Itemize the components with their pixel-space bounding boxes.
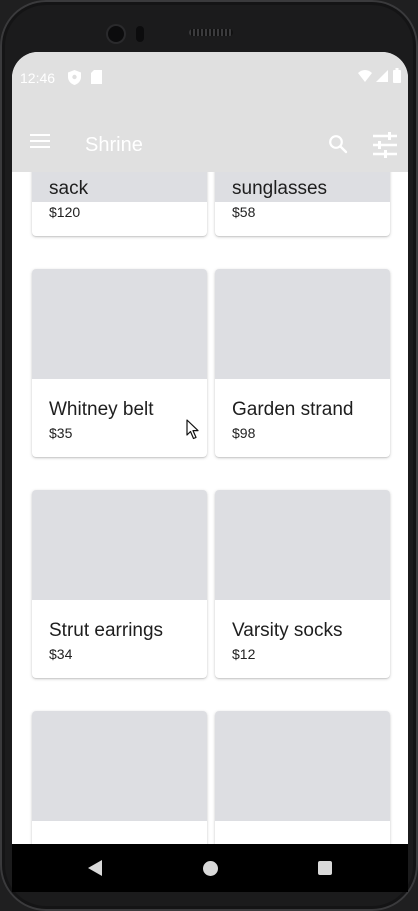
product-price: $12: [232, 646, 256, 662]
product-name: Garden strand: [232, 399, 354, 420]
system-nav-bar: [12, 844, 408, 892]
product-price: $34: [49, 646, 73, 662]
sensor-icon: [136, 26, 144, 42]
cursor-icon: [186, 419, 199, 440]
product-name: Varsity socks: [232, 620, 343, 641]
product-price: $120: [49, 204, 81, 220]
signal-icon: [376, 70, 388, 82]
product-price: $98: [232, 425, 256, 441]
app-title: Shrine: [85, 134, 143, 156]
sd-card-icon: [91, 70, 102, 84]
product-card[interactable]: [32, 711, 207, 844]
product-image: [32, 711, 207, 821]
product-card[interactable]: Whitney belt $35: [32, 269, 207, 457]
tune-icon[interactable]: [372, 132, 398, 158]
product-card[interactable]: Garden strand $98: [215, 269, 390, 457]
phone-frame: sack $120 sunglasses $58 Whitney belt $3…: [0, 0, 418, 911]
product-price: $35: [49, 425, 73, 441]
product-image: [32, 269, 207, 379]
wifi-icon: [358, 70, 372, 82]
product-card[interactable]: Varsity socks $12: [215, 490, 390, 678]
camera-icon: [108, 26, 124, 42]
speaker-grille: [189, 29, 233, 36]
product-image: [215, 711, 390, 821]
product-price: $58: [232, 204, 256, 220]
product-image: [215, 269, 390, 379]
product-card[interactable]: [215, 711, 390, 844]
app-bar: Shrine: [12, 114, 408, 172]
menu-icon[interactable]: [30, 134, 50, 150]
battery-icon: [393, 68, 401, 83]
product-name: sack: [49, 178, 89, 199]
product-card[interactable]: Strut earrings $34: [32, 490, 207, 678]
shield-icon: [68, 70, 81, 85]
recents-icon[interactable]: [318, 861, 332, 875]
status-bar: 12:46: [12, 52, 408, 114]
product-name: sunglasses: [232, 178, 328, 199]
product-name: Strut earrings: [49, 620, 164, 641]
search-icon[interactable]: [328, 134, 348, 154]
product-image: [32, 490, 207, 600]
product-image: [215, 490, 390, 600]
product-name: Whitney belt: [49, 399, 154, 420]
screen: sack $120 sunglasses $58 Whitney belt $3…: [12, 52, 408, 844]
back-icon[interactable]: [88, 860, 102, 876]
home-icon[interactable]: [203, 861, 218, 876]
status-time: 12:46: [20, 70, 56, 86]
